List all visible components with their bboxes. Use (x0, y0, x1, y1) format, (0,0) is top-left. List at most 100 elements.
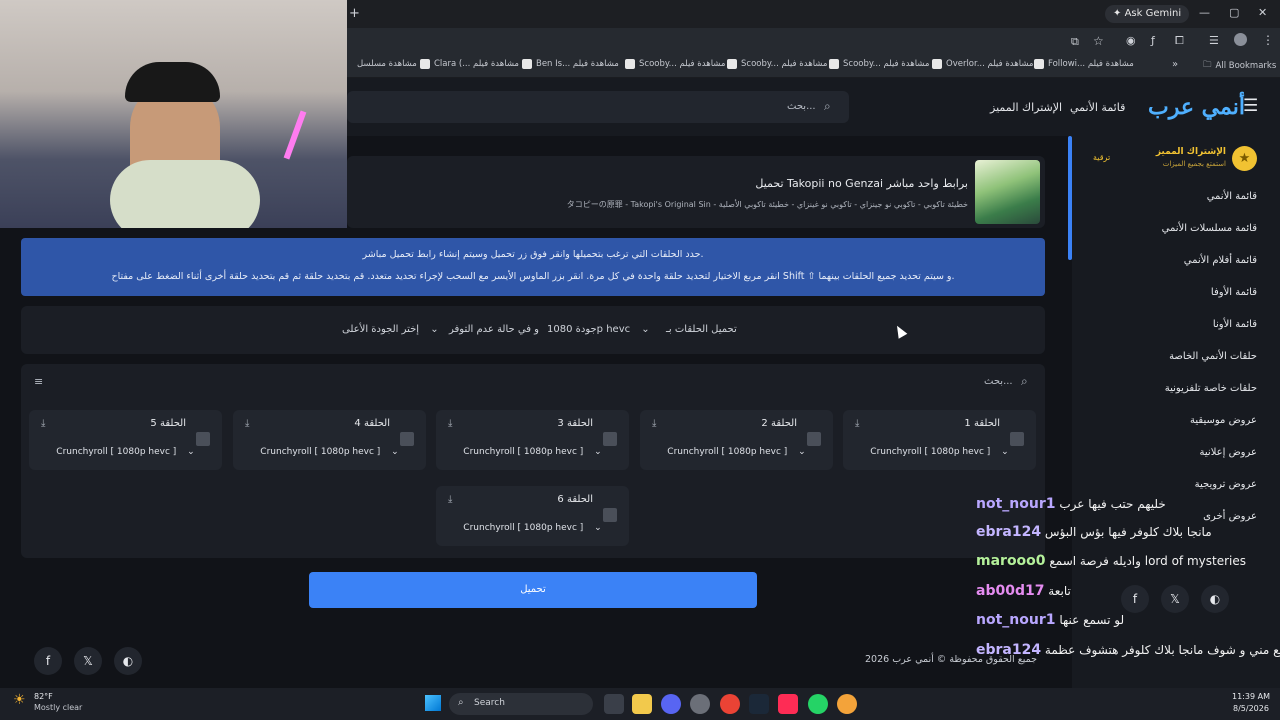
x-twitter-icon[interactable]: 𝕏 (1161, 585, 1189, 613)
download-icon[interactable]: ⤓ (41, 418, 45, 429)
bookmarks-overflow-icon[interactable]: » (1172, 59, 1178, 70)
ask-gemini-button[interactable]: ✦ Ask Gemini (1105, 5, 1190, 23)
bookmark-star-icon[interactable]: ☆ (1093, 34, 1104, 48)
download-icon[interactable]: ⤓ (855, 418, 859, 429)
profile-avatar[interactable] (1234, 33, 1247, 46)
new-tab-icon[interactable]: + (349, 6, 360, 21)
app-icon[interactable] (690, 694, 710, 714)
nav-anime-list[interactable]: قائمة الأنمي (1070, 101, 1125, 114)
download-icon[interactable]: ⤓ (448, 418, 452, 429)
bookmark-item[interactable]: Scooby... مشاهدة فيلم (727, 59, 827, 69)
chat-message: ab00d17 تابعة (976, 583, 1071, 599)
whatsapp-icon[interactable] (808, 694, 828, 714)
episode-checkbox[interactable] (1010, 432, 1024, 446)
extension-icon-2[interactable]: ƒ (1151, 34, 1155, 47)
sidebar-item[interactable]: حلقات خاصة تلفزيونية (1165, 383, 1257, 394)
bookmark-item[interactable]: Followi... مشاهدة فيلم (1034, 59, 1134, 69)
episode-source-select[interactable]: Crunchyroll [ 1080p hevc ] ⌄ (29, 447, 222, 457)
maximize-icon[interactable]: ▢ (1229, 6, 1239, 19)
episode-checkbox[interactable] (807, 432, 821, 446)
header-search-input[interactable]: بحث... (787, 101, 816, 112)
extension-icon[interactable]: ◉ (1126, 34, 1136, 47)
episode-source-select[interactable]: Crunchyroll [ 1080p hevc ] ⌄ (843, 447, 1036, 457)
episode-source-select[interactable]: Crunchyroll [ 1080p hevc ] ⌄ (233, 447, 426, 457)
all-bookmarks[interactable]: 🗀 All Bookmarks (1203, 59, 1276, 73)
patreon-icon[interactable]: ◐ (114, 647, 142, 675)
page-icon (932, 59, 942, 69)
facebook-icon[interactable]: f (34, 647, 62, 675)
tiktok-icon[interactable] (778, 694, 798, 714)
x-twitter-icon[interactable]: 𝕏 (74, 647, 102, 675)
sidebar-item[interactable]: قائمة مسلسلات الأنمي (1162, 223, 1257, 234)
sidebar-item[interactable]: عروض ترويجية (1195, 479, 1257, 490)
scrollbar[interactable] (1068, 136, 1072, 260)
facebook-icon[interactable]: f (1121, 585, 1149, 613)
sidebar-item[interactable]: حلقات الأنمي الخاصة (1169, 351, 1257, 362)
minimize-icon[interactable]: — (1199, 6, 1210, 19)
close-icon[interactable]: ✕ (1258, 6, 1267, 19)
download-button[interactable]: تحميل (309, 572, 757, 608)
episode-card[interactable]: الحلقة 3 ⤓ Crunchyroll [ 1080p hevc ] ⌄ (436, 410, 629, 470)
header-search[interactable] (347, 91, 849, 123)
bookmark-item[interactable]: Ben Is... مشاهدة فيلم (522, 59, 619, 69)
episode-source-select[interactable]: Crunchyroll [ 1080p hevc ] ⌄ (436, 447, 629, 457)
episode-card[interactable]: الحلقة 1 ⤓ Crunchyroll [ 1080p hevc ] ⌄ (843, 410, 1036, 470)
chrome-icon[interactable] (720, 694, 740, 714)
bookmark-item[interactable]: Scooby... مشاهدة فيلم (829, 59, 929, 69)
kebab-menu-icon[interactable]: ⋮ (1262, 33, 1274, 47)
sidebar-item[interactable]: عروض موسيقية (1190, 415, 1257, 426)
episode-card[interactable]: الحلقة 6 ⤓ Crunchyroll [ 1080p hevc ] ⌄ (436, 486, 629, 546)
episode-source-select[interactable]: Crunchyroll [ 1080p hevc ] ⌄ (640, 447, 833, 457)
bookmark-item[interactable]: Scooby... مشاهدة فيلم (625, 59, 725, 69)
episode-title: الحلقة 6 (557, 494, 593, 505)
quality-select[interactable]: جودة 1080p hevc ⌄ (547, 324, 650, 335)
episode-source-select[interactable]: Crunchyroll [ 1080p hevc ] ⌄ (436, 523, 629, 533)
premium-subtitle: استمتع بجميع الميزات (1162, 160, 1226, 168)
download-icon[interactable]: ⤓ (652, 418, 656, 429)
bookmark-item[interactable]: Overlor... مشاهدة فيلم (932, 59, 1033, 69)
puzzle-icon[interactable]: ⧠ (1175, 34, 1184, 48)
tab-list-icon[interactable]: ☰ (1209, 34, 1219, 47)
episode-checkbox[interactable] (196, 432, 210, 446)
site-logo[interactable]: أنمي عرب (1148, 94, 1245, 120)
sidebar-item[interactable]: قائمة الأنمي (1207, 191, 1257, 202)
chat-text: لو تسمع عنها (1059, 613, 1125, 627)
episode-checkbox[interactable] (603, 432, 617, 446)
webcam-overlay (0, 0, 347, 228)
episode-checkbox[interactable] (603, 508, 617, 522)
patreon-icon[interactable]: ◐ (1201, 585, 1229, 613)
premium-upgrade-badge[interactable]: ترقية (1093, 153, 1110, 162)
episode-card[interactable]: الحلقة 5 ⤓ Crunchyroll [ 1080p hevc ] ⌄ (29, 410, 222, 470)
file-explorer-icon[interactable] (632, 694, 652, 714)
episode-search-input[interactable]: بحث... (984, 376, 1013, 387)
install-icon[interactable]: ⧉ (1071, 35, 1079, 49)
app-icon-2[interactable] (837, 694, 857, 714)
anime-subtitle: タコピーの原罪 - Takopi's Original Sin - خطيئة … (566, 200, 968, 209)
sidebar-item[interactable]: قائمة الأونا (1213, 319, 1257, 330)
episode-card[interactable]: الحلقة 2 ⤓ Crunchyroll [ 1080p hevc ] ⌄ (640, 410, 833, 470)
download-icon[interactable]: ⤓ (245, 418, 249, 429)
sort-icon[interactable]: ≡ (34, 375, 43, 388)
premium-title[interactable]: الإشتراك المميز (1156, 147, 1226, 157)
episode-checkbox[interactable] (400, 432, 414, 446)
bookmark-item[interactable]: Clara (... مشاهدة فيلم (420, 59, 519, 69)
steam-icon[interactable] (749, 694, 769, 714)
hamburger-menu-icon[interactable]: ☰ (1243, 96, 1258, 116)
download-icon[interactable]: ⤓ (448, 494, 452, 505)
windows-start-icon[interactable] (425, 695, 441, 711)
streamer-shirt (110, 160, 260, 228)
episode-card[interactable]: الحلقة 4 ⤓ Crunchyroll [ 1080p hevc ] ⌄ (233, 410, 426, 470)
discord-icon[interactable] (661, 694, 681, 714)
sidebar-item[interactable]: عروض أخرى (1203, 511, 1257, 522)
bookmark-item[interactable]: مشاهدة مسلسل (357, 59, 417, 69)
sidebar-item[interactable]: قائمة الأوفا (1211, 287, 1257, 298)
sidebar-item[interactable]: قائمة أفلام الأنمي (1184, 255, 1257, 266)
chevron-down-icon: ⌄ (594, 523, 602, 533)
fallback-select[interactable]: إختر الجودة الأعلى ⌄ (342, 324, 439, 335)
nav-premium[interactable]: الإشتراك المميز (990, 101, 1062, 114)
episode-title: الحلقة 1 (964, 418, 1000, 429)
sidebar-item[interactable]: عروض إعلانية (1200, 447, 1257, 458)
task-view-icon[interactable] (604, 694, 624, 714)
taskbar-search[interactable] (449, 693, 593, 715)
episode-title: الحلقة 3 (557, 418, 593, 429)
